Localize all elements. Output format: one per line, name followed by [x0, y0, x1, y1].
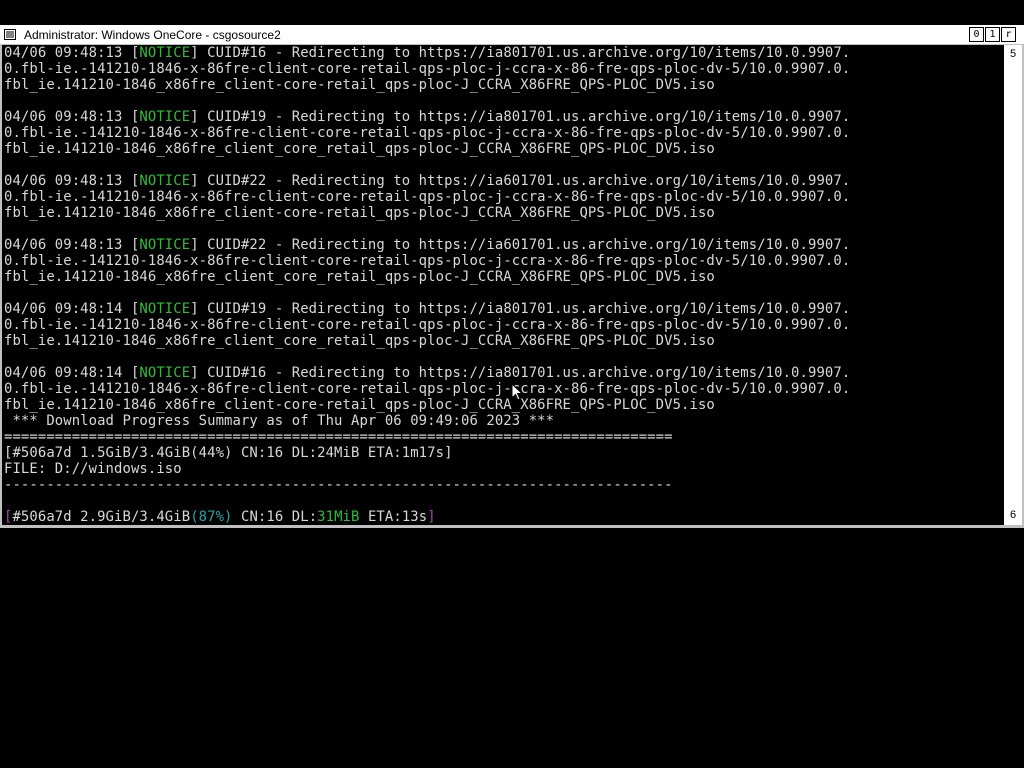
summary-rule-equals: ========================================…: [4, 429, 673, 445]
summary-rule-dash: ----------------------------------------…: [4, 477, 673, 493]
log-line: fbl_ie.141210-1846_x86fre_client-core-re…: [4, 77, 715, 93]
summary-progress: [#506a7d 1.5GiB/3.4GiB(44%) CN:16 DL:24M…: [4, 445, 453, 461]
log-line: fbl_ie.141210-1846_x86fre_client-core-re…: [4, 205, 715, 221]
console-window: Administrator: Windows OneCore - csgosou…: [0, 25, 1024, 528]
log-line: fbl_ie.141210-1846_x86fre_client_core_re…: [4, 269, 715, 285]
log-line: 04/06 09:48:13 [NOTICE] CUID#16 - Redire…: [4, 45, 851, 61]
summary-header: *** Download Progress Summary as of Thu …: [4, 413, 555, 429]
log-line: 0.fbl-ie.-141210-1846-x-86fre-client-cor…: [4, 381, 851, 397]
log-line: 04/06 09:48:13 [NOTICE] CUID#22 - Redire…: [4, 173, 851, 189]
log-line: fbl_ie.141210-1846_x86fre_client_core_re…: [4, 333, 715, 349]
notice-label: NOTICE: [139, 365, 191, 381]
console-icon[interactable]: [4, 29, 16, 40]
scroll-down-button[interactable]: 6: [1005, 507, 1021, 523]
log-line: 0.fbl-ie.-141210-1846-x-86fre-client-cor…: [4, 317, 851, 333]
vertical-scrollbar[interactable]: 5 6: [1004, 45, 1022, 525]
maximize-button[interactable]: 1: [985, 27, 1000, 42]
minimize-button[interactable]: 0: [969, 27, 984, 42]
log-line: 04/06 09:48:13 [NOTICE] CUID#19 - Redire…: [4, 109, 851, 125]
log-line: fbl_ie.141210-1846_x86fre_client-core-re…: [4, 397, 715, 413]
console-output[interactable]: 04/06 09:48:13 [NOTICE] CUID#16 - Redire…: [2, 45, 1004, 525]
close-button[interactable]: r: [1001, 27, 1016, 42]
log-line: 0.fbl-ie.-141210-1846-x-86fre-client-cor…: [4, 61, 851, 77]
notice-label: NOTICE: [139, 45, 191, 61]
log-line: 04/06 09:48:14 [NOTICE] CUID#16 - Redire…: [4, 365, 851, 381]
notice-label: NOTICE: [139, 237, 191, 253]
notice-label: NOTICE: [139, 301, 191, 317]
log-line: 04/06 09:48:14 [NOTICE] CUID#19 - Redire…: [4, 301, 851, 317]
status-percent: (87%): [190, 509, 233, 525]
download-status-line: [#506a7d 2.9GiB/3.4GiB(87%) CN:16 DL:31M…: [4, 509, 436, 525]
mouse-pointer-icon: [511, 383, 523, 401]
log-line: 0.fbl-ie.-141210-1846-x-86fre-client-cor…: [4, 253, 851, 269]
notice-label: NOTICE: [139, 109, 191, 125]
scroll-up-button[interactable]: 5: [1005, 46, 1021, 62]
scrollbar-track[interactable]: [1004, 83, 1022, 503]
status-speed: 31MiB: [317, 509, 360, 525]
log-line: fbl_ie.141210-1846_x86fre_client_core_re…: [4, 141, 715, 157]
log-line: 0.fbl-ie.-141210-1846-x-86fre-client-cor…: [4, 189, 851, 205]
window-title: Administrator: Windows OneCore - csgosou…: [24, 28, 281, 42]
log-line: 04/06 09:48:13 [NOTICE] CUID#22 - Redire…: [4, 237, 851, 253]
title-bar[interactable]: Administrator: Windows OneCore - csgosou…: [0, 26, 1024, 44]
notice-label: NOTICE: [139, 173, 191, 189]
log-line: 0.fbl-ie.-141210-1846-x-86fre-client-cor…: [4, 125, 851, 141]
summary-file: FILE: D://windows.iso: [4, 461, 182, 477]
